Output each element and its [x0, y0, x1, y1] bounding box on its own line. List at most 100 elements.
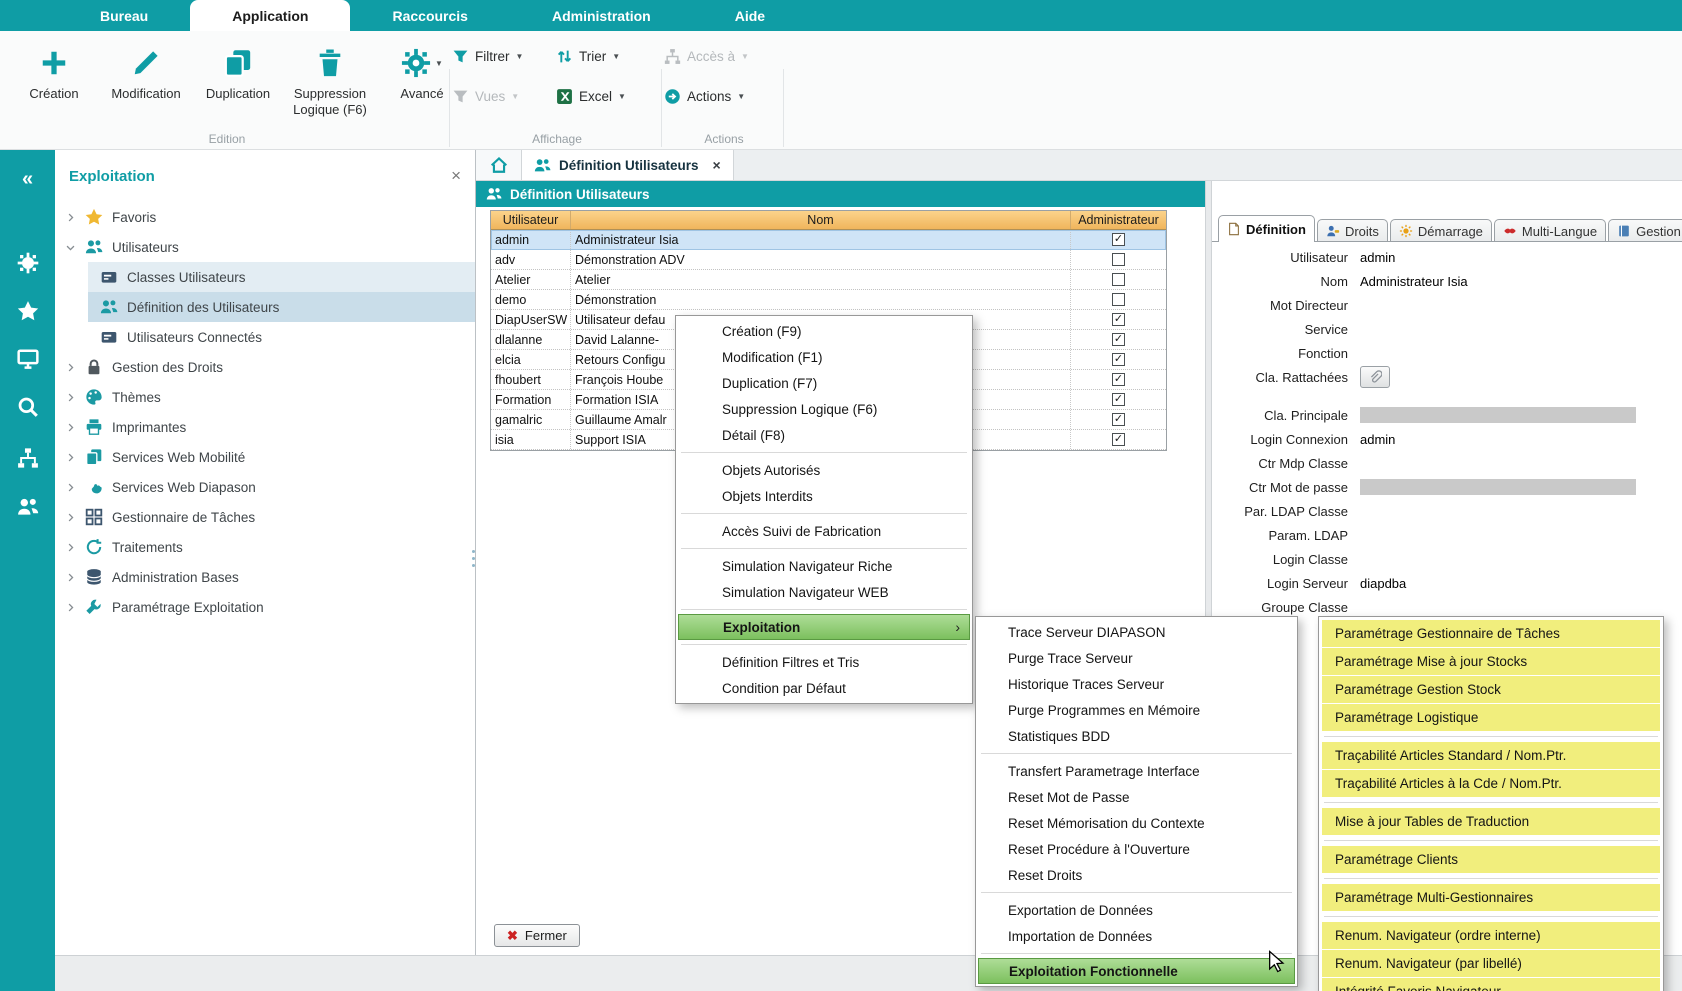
checkbox-checked-icon[interactable]: ✓ [1112, 313, 1125, 326]
chevron-right-icon[interactable] [65, 512, 85, 523]
menu-aide[interactable]: Aide [693, 0, 807, 31]
checkbox-unchecked-icon[interactable] [1112, 253, 1125, 266]
menu-item-parametrage-gestionnaire-de-taches[interactable]: Paramétrage Gestionnaire de Tâches [1322, 620, 1660, 647]
menu-item-exportation-de-donnees[interactable]: Exportation de Données [978, 897, 1295, 923]
checkbox-unchecked-icon[interactable] [1112, 273, 1125, 286]
menu-item-reset-droits[interactable]: Reset Droits [978, 862, 1295, 888]
dropdown-arrow-icon[interactable]: ▼ [741, 52, 749, 61]
chevron-right-icon[interactable] [65, 602, 85, 613]
dropdown-arrow-icon[interactable]: ▼ [435, 59, 443, 68]
attach-classes-button[interactable] [1360, 366, 1390, 388]
checkbox-checked-icon[interactable]: ✓ [1112, 233, 1125, 246]
detail-tab-definition[interactable]: Définition [1218, 215, 1315, 242]
menu-item-reset-memorisation-du-contexte[interactable]: Reset Mémorisation du Contexte [978, 810, 1295, 836]
menu-item-simulation-navigateur-riche[interactable]: Simulation Navigateur Riche [678, 553, 970, 579]
menu-item-importation-de-donnees[interactable]: Importation de Données [978, 923, 1295, 949]
sidebar-item-imprimantes[interactable]: Imprimantes [55, 412, 475, 442]
column-header-administrateur[interactable]: Administrateur [1071, 211, 1166, 229]
sidebar-item-utilisateurs-connectes[interactable]: Utilisateurs Connectés [88, 322, 475, 352]
ribbon-button-duplication[interactable]: Duplication [192, 39, 284, 131]
field-value[interactable]: diapdba [1360, 576, 1406, 591]
chevron-right-icon[interactable] [65, 212, 85, 223]
strip-button-sitemap-icon[interactable] [0, 437, 55, 479]
checkbox-unchecked-icon[interactable] [1112, 293, 1125, 306]
menu-item-suppression-logique-f6[interactable]: Suppression Logique (F6) [678, 396, 970, 422]
menu-item-historique-traces-serveur[interactable]: Historique Traces Serveur [978, 671, 1295, 697]
checkbox-checked-icon[interactable]: ✓ [1112, 333, 1125, 346]
field-value[interactable]: admin [1360, 432, 1395, 447]
table-row-atelier[interactable]: Atelier Atelier [491, 270, 1166, 290]
chevron-right-icon[interactable] [65, 422, 85, 433]
menu-application[interactable]: Application [190, 0, 350, 31]
checkbox-checked-icon[interactable]: ✓ [1112, 393, 1125, 406]
ribbon-button-filtrer[interactable]: Filtrer ▼ [452, 43, 523, 69]
detail-tab-multi-langue[interactable]: Multi-Langue [1494, 219, 1606, 242]
menu-item-statistiques-bdd[interactable]: Statistiques BDD [978, 723, 1295, 749]
menu-item-trace-serveur-diapason[interactable]: Trace Serveur DIAPASON [978, 619, 1295, 645]
menu-item-exploitation-fonctionnelle[interactable]: Exploitation Fonctionnelle [978, 958, 1295, 984]
menu-item-parametrage-gestion-stock[interactable]: Paramétrage Gestion Stock [1322, 676, 1660, 703]
menu-item-objets-interdits[interactable]: Objets Interdits [678, 483, 970, 509]
menu-item-detail-f8[interactable]: Détail (F8) [678, 422, 970, 448]
menu-item-exploitation[interactable]: Exploitation › [678, 614, 970, 640]
menu-item-renum-navigateur-ordre-interne[interactable]: Renum. Navigateur (ordre interne) [1322, 922, 1660, 949]
sidebar-close-icon[interactable]: × [451, 166, 461, 186]
ribbon-button-suppression-logique-f6[interactable]: Suppression Logique (F6) [284, 39, 376, 131]
strip-button-search-icon[interactable] [0, 386, 55, 428]
menu-item-tracabilite-articles-a-la-cde-nom-ptr[interactable]: Traçabilité Articles à la Cde / Nom.Ptr. [1322, 770, 1660, 797]
ribbon-button-creation[interactable]: Création [8, 39, 100, 131]
tab-definition-utilisateurs[interactable]: Définition Utilisateurs × [522, 150, 734, 180]
menu-bureau[interactable]: Bureau [58, 0, 190, 31]
sidebar-item-traitements[interactable]: Traitements [55, 532, 475, 562]
ribbon-button-trier[interactable]: Trier ▼ [556, 43, 620, 69]
menu-item-parametrage-logistique[interactable]: Paramétrage Logistique [1322, 704, 1660, 731]
menu-item-acces-suivi-de-fabrication[interactable]: Accès Suivi de Fabrication [678, 518, 970, 544]
column-header-utilisateur[interactable]: Utilisateur [491, 211, 571, 229]
ribbon-button-actions[interactable]: Actions ▼ [664, 83, 745, 109]
sidebar-item-services-web-mobilite[interactable]: Services Web Mobilité [55, 442, 475, 472]
sidebar-item-classes-utilisateurs[interactable]: Classes Utilisateurs [88, 262, 475, 292]
menu-administration[interactable]: Administration [510, 0, 693, 31]
strip-button-collapse-icon[interactable]: « [0, 158, 55, 200]
checkbox-checked-icon[interactable]: ✓ [1112, 353, 1125, 366]
dropdown-arrow-icon[interactable]: ▼ [612, 52, 620, 61]
chevron-right-icon[interactable] [65, 392, 85, 403]
checkbox-checked-icon[interactable]: ✓ [1112, 373, 1125, 386]
dropdown-arrow-icon[interactable]: ▼ [511, 92, 519, 101]
chevron-right-icon[interactable] [65, 572, 85, 583]
chevron-right-icon[interactable] [65, 482, 85, 493]
tab-close-icon[interactable]: × [713, 157, 721, 173]
field-value[interactable]: Administrateur Isia [1360, 274, 1468, 289]
ribbon-button-acces-a[interactable]: Accès à ▼ [664, 43, 749, 69]
menu-item-creation-f9[interactable]: Création (F9) [678, 318, 970, 344]
home-tab[interactable] [476, 150, 522, 180]
menu-item-tracabilite-articles-standard-nom-ptr[interactable]: Traçabilité Articles Standard / Nom.Ptr. [1322, 742, 1660, 769]
dropdown-arrow-icon[interactable]: ▼ [737, 92, 745, 101]
ribbon-button-excel[interactable]: Excel ▼ [556, 83, 626, 109]
checkbox-checked-icon[interactable]: ✓ [1112, 433, 1125, 446]
dropdown-arrow-icon[interactable]: ▼ [618, 92, 626, 101]
sidebar-item-utilisateurs[interactable]: Utilisateurs [55, 232, 475, 262]
sidebar-splitter-handle[interactable] [470, 535, 476, 581]
strip-button-monitor-icon[interactable] [0, 338, 55, 380]
menu-raccourcis[interactable]: Raccourcis [350, 0, 509, 31]
chevron-right-icon[interactable] [65, 542, 85, 553]
sidebar-item-gestion-des-droits[interactable]: Gestion des Droits [55, 352, 475, 382]
field-value[interactable]: admin [1360, 250, 1395, 265]
dropdown-arrow-icon[interactable]: ▼ [516, 52, 524, 61]
menu-item-reset-procedure-a-l-ouverture[interactable]: Reset Procédure à l'Ouverture [978, 836, 1295, 862]
menu-item-parametrage-mise-a-jour-stocks[interactable]: Paramétrage Mise à jour Stocks [1322, 648, 1660, 675]
menu-item-purge-programmes-en-memoire[interactable]: Purge Programmes en Mémoire [978, 697, 1295, 723]
strip-button-star-icon[interactable] [0, 290, 55, 332]
checkbox-checked-icon[interactable]: ✓ [1112, 413, 1125, 426]
table-row-admin[interactable]: admin Administrateur Isia ✓ [491, 230, 1166, 250]
menu-item-purge-trace-serveur[interactable]: Purge Trace Serveur [978, 645, 1295, 671]
sidebar-item-services-web-diapason[interactable]: Services Web Diapason [55, 472, 475, 502]
menu-item-parametrage-multi-gestionnaires[interactable]: Paramétrage Multi-Gestionnaires [1322, 884, 1660, 911]
menu-item-simulation-navigateur-web[interactable]: Simulation Navigateur WEB [678, 579, 970, 605]
menu-item-reset-mot-de-passe[interactable]: Reset Mot de Passe [978, 784, 1295, 810]
chevron-right-icon[interactable] [65, 452, 85, 463]
detail-tab-demarrage[interactable]: Démarrage [1390, 219, 1492, 242]
detail-tab-gestion[interactable]: Gestion [1608, 219, 1682, 242]
sidebar-item-definition-des-utilisateurs[interactable]: Définition des Utilisateurs [88, 292, 475, 322]
